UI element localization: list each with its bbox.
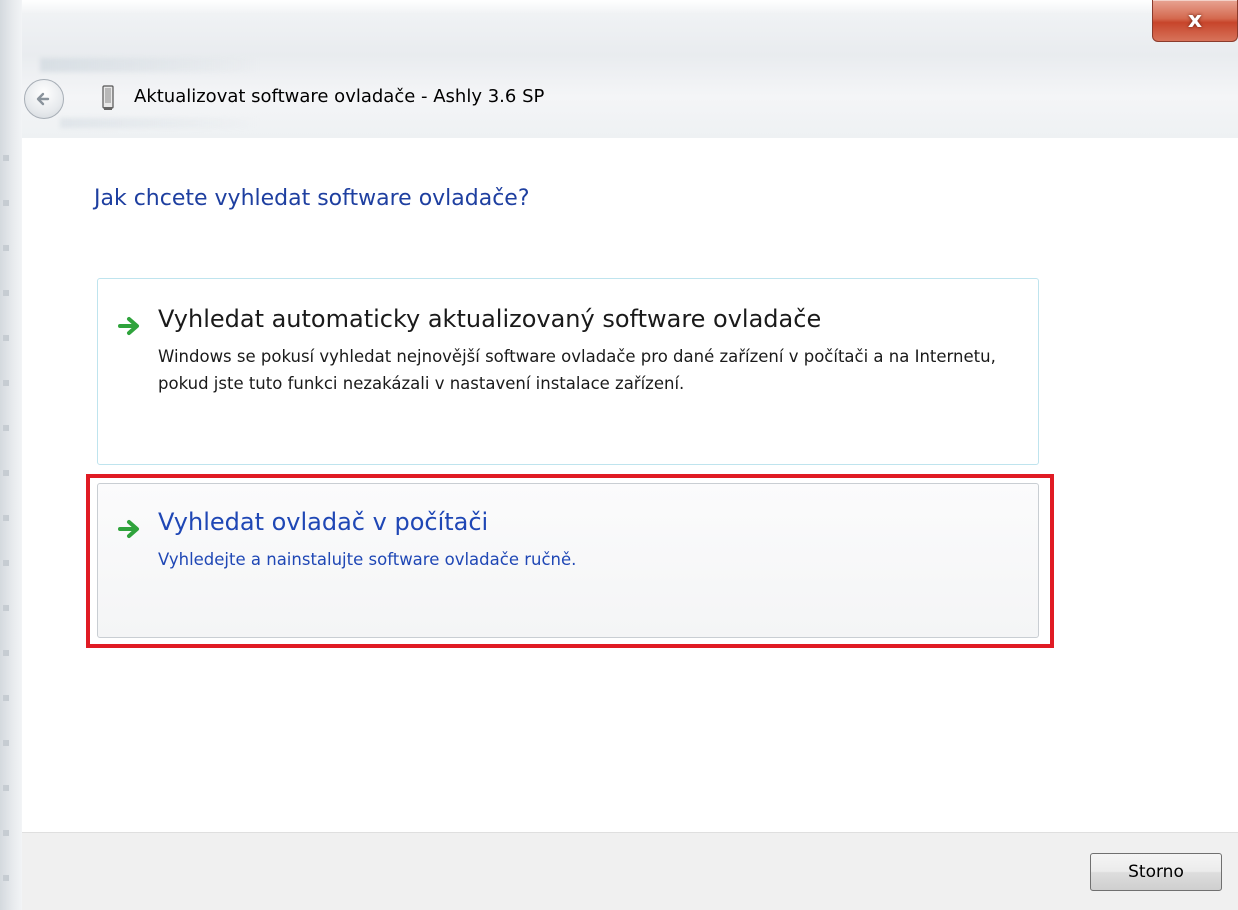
wizard-footer: Storno [22,832,1238,910]
wizard-content: Jak chcete vyhledat software ovladače? V… [22,138,1238,832]
frame-notch [3,785,9,791]
frame-notch [3,875,9,881]
green-arrow-icon [118,317,139,335]
window-title: Aktualizovat software ovladače - Ashly 3… [134,86,545,107]
usb-device-icon [96,84,120,112]
title-bar: Aktualizovat software ovladače - Ashly 3… [0,0,1238,138]
frame-notch [3,515,9,521]
frame-notch [3,155,9,161]
frame-notch [3,380,9,386]
frame-notch [3,425,9,431]
cancel-button[interactable]: Storno [1090,853,1222,891]
option-browse-computer[interactable]: Vyhledat ovladač v počítači Vyhledejte a… [97,483,1039,638]
frame-notch [3,200,9,206]
frame-notch [3,560,9,566]
frame-notch [3,605,9,611]
back-arrow-icon [36,92,50,106]
option-description: Windows se pokusí vyhledat nejnovější so… [158,347,996,393]
frame-notch [3,830,9,836]
option-title: Vyhledat automaticky aktualizovaný softw… [158,305,822,333]
close-button[interactable]: x [1152,0,1238,42]
frame-notch [3,740,9,746]
option-description: Vyhledejte a nainstalujte software ovlad… [158,550,577,569]
option-search-automatically[interactable]: Vyhledat automaticky aktualizovaný softw… [97,278,1039,465]
frame-notch [3,245,9,251]
page-heading: Jak chcete vyhledat software ovladače? [94,186,530,211]
option-title: Vyhledat ovladač v počítači [158,508,489,536]
frame-notch [3,335,9,341]
close-icon: x [1187,8,1203,33]
window-frame-left [0,0,22,910]
frame-notch [3,290,9,296]
frame-notch [3,650,9,656]
frame-notch [3,470,9,476]
driver-update-window: Aktualizovat software ovladače - Ashly 3… [0,0,1238,910]
glass-reflection [60,118,260,128]
frame-notch [3,695,9,701]
green-arrow-icon [118,520,139,538]
back-button[interactable] [24,79,64,119]
glass-reflection [40,58,260,72]
